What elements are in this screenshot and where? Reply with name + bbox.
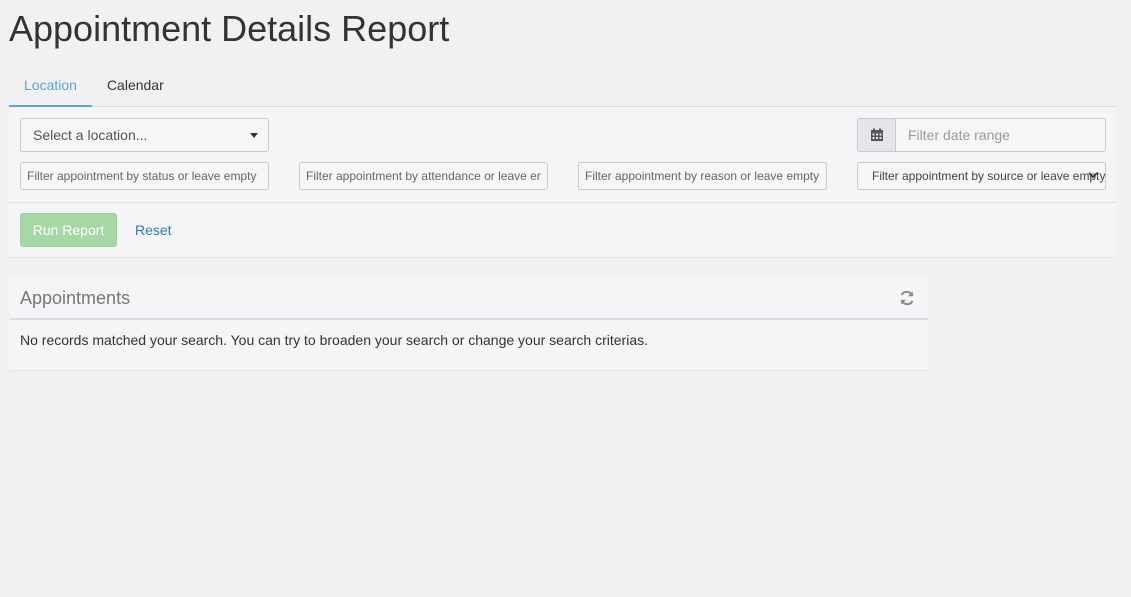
reset-link[interactable]: Reset (135, 213, 172, 247)
report-tabs: Location Calendar (9, 66, 1117, 107)
source-filter-value: Filter appointment by source or leave em… (872, 169, 1105, 183)
date-range-group (857, 118, 1106, 152)
reason-filter-input[interactable] (578, 162, 827, 190)
tab-calendar[interactable]: Calendar (92, 66, 179, 107)
location-select[interactable]: Select a location... (20, 118, 269, 152)
status-filter-input[interactable] (20, 162, 269, 190)
source-filter-select[interactable]: Filter appointment by source or leave em… (857, 162, 1106, 190)
report-page: Appointment Details Report Location Cale… (0, 0, 1131, 597)
filter-divider (9, 202, 1117, 203)
appointments-title: Appointments (20, 288, 130, 309)
tab-location[interactable]: Location (9, 66, 92, 107)
calendar-icon[interactable] (857, 118, 895, 152)
chevron-down-icon (1087, 169, 1099, 181)
attendance-filter-input[interactable] (299, 162, 548, 190)
refresh-icon[interactable] (898, 289, 916, 307)
caret-down-icon (250, 133, 258, 138)
empty-message: No records matched your search. You can … (9, 320, 928, 360)
date-range-input[interactable] (895, 118, 1106, 152)
appointments-header: Appointments (9, 278, 928, 320)
filter-panel: Select a location... Filter a (9, 107, 1117, 258)
appointments-panel: Appointments No records matched your sea… (9, 278, 928, 371)
location-select-value: Select a location... (33, 127, 147, 143)
run-report-button[interactable]: Run Report (20, 213, 117, 247)
page-title: Appointment Details Report (9, 8, 449, 50)
